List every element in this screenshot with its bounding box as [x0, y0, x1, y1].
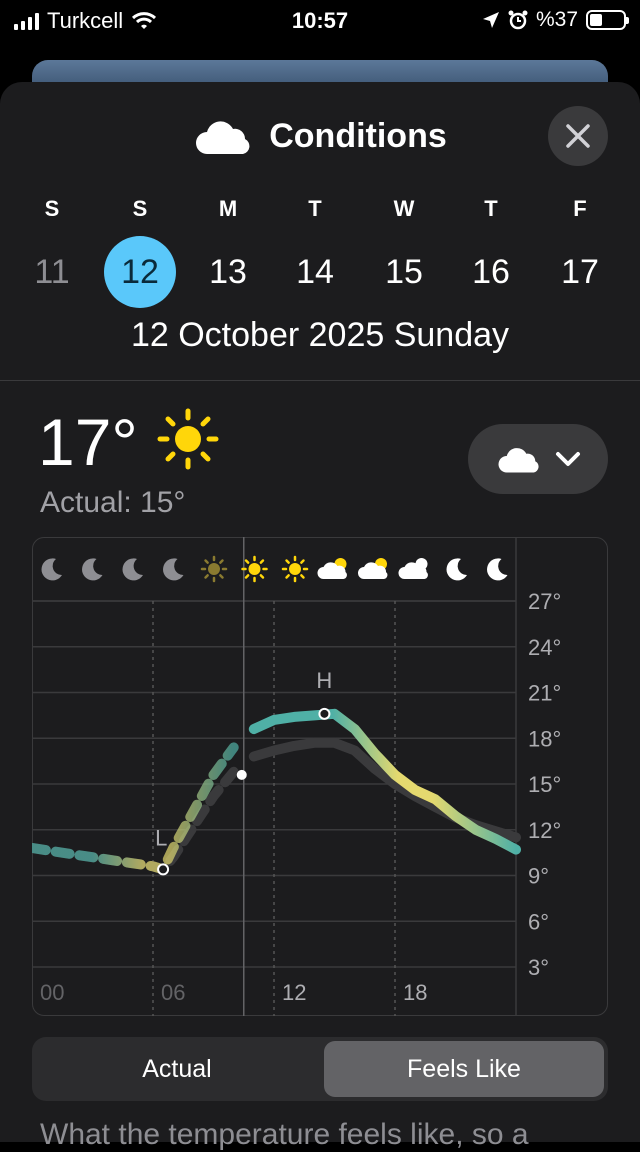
- x-tick-label: 12: [282, 980, 306, 1005]
- day-12[interactable]: 12: [104, 246, 176, 298]
- day-14[interactable]: 14: [279, 246, 351, 298]
- moon-icon: [122, 558, 143, 581]
- weekday-label: S: [44, 196, 60, 221]
- extreme-marker: [157, 863, 170, 876]
- moon-icon: [163, 558, 184, 581]
- y-tick-label: 12°: [528, 818, 561, 843]
- close-icon: [566, 124, 590, 148]
- x-tick-label: 06: [161, 980, 185, 1005]
- selected-date: 12 October 2025 Sunday: [130, 316, 510, 354]
- page-title: Conditions: [269, 116, 447, 155]
- temperature-chart[interactable]: 27° 24° 21° 18° 15° 12° 9° 6° 3° 00 06 12 18 L H: [32, 537, 608, 1016]
- extreme-marker: [318, 707, 331, 720]
- sun-icon: [241, 555, 268, 583]
- y-tick-label: 27°: [528, 589, 561, 614]
- battery-icon: [586, 10, 629, 30]
- weekday-label: T: [484, 196, 498, 221]
- day-13[interactable]: 13: [192, 246, 264, 298]
- current-temperature: 17°: [38, 405, 138, 479]
- close-button[interactable]: [548, 106, 608, 166]
- cloud-icon: [196, 121, 250, 154]
- actual-tab[interactable]: Actual: [36, 1041, 318, 1097]
- partly-cloudy-day-icon: [358, 558, 388, 579]
- day-15[interactable]: 15: [368, 246, 440, 298]
- moon-icon: [41, 558, 62, 581]
- mode-selector-button[interactable]: [468, 424, 608, 494]
- weekday-label: T: [308, 196, 322, 221]
- y-tick-label: 3°: [528, 955, 549, 980]
- description-text: What the temperature feels like, so a: [40, 1118, 529, 1151]
- current-point: [236, 769, 247, 780]
- weekday-label: M: [218, 196, 238, 221]
- x-tick-label: 00: [40, 980, 64, 1005]
- sun-icon: [200, 555, 228, 583]
- day-17[interactable]: 17: [544, 246, 616, 298]
- sun-icon: [281, 555, 309, 583]
- weekday-label: S: [132, 196, 148, 221]
- divider: [0, 380, 640, 381]
- chevron-down-icon: [556, 452, 580, 466]
- y-tick-label: 18°: [528, 726, 561, 751]
- extreme-label: L: [155, 825, 167, 850]
- cloud-icon: [498, 448, 539, 473]
- sun-icon: [157, 408, 219, 470]
- battery-percent: %37: [535, 8, 578, 31]
- toggle-control: Actual Feels Like: [32, 1037, 608, 1101]
- y-tick-label: 9°: [528, 864, 549, 889]
- alarm-icon: [508, 10, 528, 30]
- partly-cloudy-day-icon: [317, 558, 347, 579]
- x-tick-label: 18: [403, 980, 427, 1005]
- moon-icon: [487, 558, 508, 581]
- weekday-label: W: [393, 196, 415, 221]
- status-bar: Turkcell 10:57 %37: [0, 0, 640, 42]
- location-icon: [482, 12, 499, 28]
- day-11[interactable]: 11: [16, 246, 88, 298]
- moon-icon: [82, 558, 103, 581]
- y-tick-label: 21°: [528, 681, 561, 706]
- partly-cloudy-night-icon: [398, 558, 428, 579]
- weekday-label: F: [573, 196, 587, 221]
- moon-icon: [446, 558, 467, 581]
- day-16[interactable]: 16: [455, 246, 527, 298]
- y-tick-label: 6°: [528, 909, 549, 934]
- feels-like-tab[interactable]: Feels Like: [324, 1041, 604, 1097]
- y-tick-label: 24°: [528, 635, 561, 660]
- y-tick-label: 15°: [528, 772, 561, 797]
- actual-temperature: Actual: 15°: [40, 486, 186, 519]
- sheet-header: Conditions: [0, 116, 640, 156]
- extreme-label: H: [316, 668, 332, 693]
